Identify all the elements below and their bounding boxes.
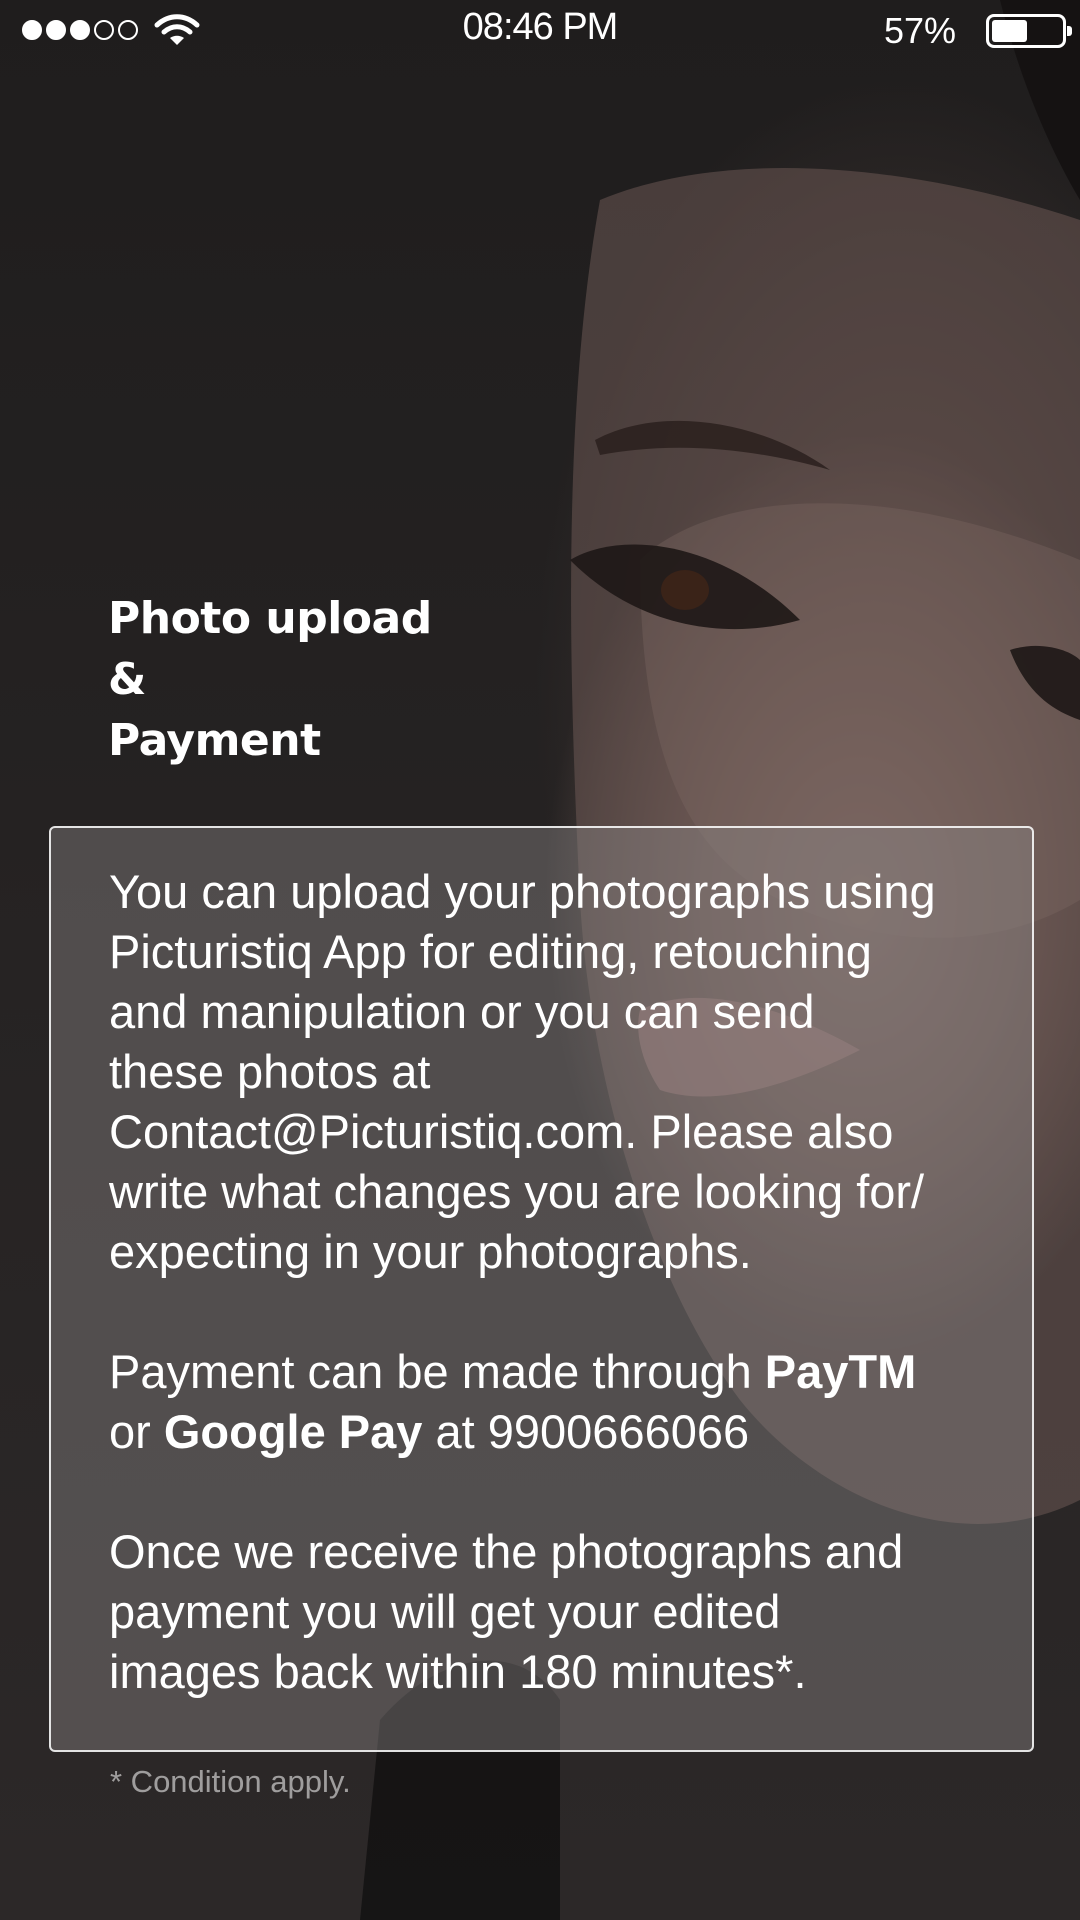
delivery-line: images back within 180 minutes*. xyxy=(109,1645,807,1698)
paytm-label: PayTM xyxy=(764,1345,917,1398)
payment-text: Payment can be made through xyxy=(109,1345,765,1398)
battery-icon xyxy=(986,14,1072,48)
delivery-line: Once we receive the photographs and xyxy=(109,1525,904,1578)
title-line: Photo upload xyxy=(108,593,432,644)
contact-email-line: Contact@Picturistiq.com. Please also xyxy=(109,1105,894,1158)
page-title: Photo upload & Payment xyxy=(108,588,432,771)
condition-footnote: * Condition apply. xyxy=(110,1764,351,1799)
upload-line: these photos at xyxy=(109,1045,431,1098)
app-screen: 08:46 PM 57% Photo upload & Payment You … xyxy=(0,0,1080,1920)
payment-phone: at 9900666066 xyxy=(422,1405,750,1458)
status-bar: 08:46 PM 57% xyxy=(0,0,1080,64)
upload-line: expecting in your photographs. xyxy=(109,1225,752,1278)
upload-line: You can upload your photographs using xyxy=(109,865,936,918)
upload-line: and manipulation or you can send xyxy=(109,985,815,1038)
info-card: You can upload your photographs using Pi… xyxy=(49,826,1034,1752)
title-line: Payment xyxy=(108,715,321,766)
delivery-paragraph: Once we receive the photographs and paym… xyxy=(109,1522,1019,1702)
battery-percent: 57% xyxy=(883,10,956,51)
upload-line: Picturistiq App for editing, retouching xyxy=(109,925,872,978)
battery-fill xyxy=(992,20,1028,42)
upload-paragraph: You can upload your photographs using Pi… xyxy=(109,862,1019,1282)
title-line: & xyxy=(108,654,146,705)
upload-line: write what changes you are looking for/ xyxy=(109,1165,925,1218)
delivery-line: payment you will get your edited xyxy=(109,1585,781,1638)
payment-text: or xyxy=(109,1405,164,1458)
info-text: You can upload your photographs using Pi… xyxy=(109,862,1019,1702)
battery-nub xyxy=(1067,26,1072,36)
google-pay-label: Google Pay xyxy=(163,1405,423,1458)
payment-paragraph: Payment can be made through PayTM or Goo… xyxy=(109,1342,1019,1462)
